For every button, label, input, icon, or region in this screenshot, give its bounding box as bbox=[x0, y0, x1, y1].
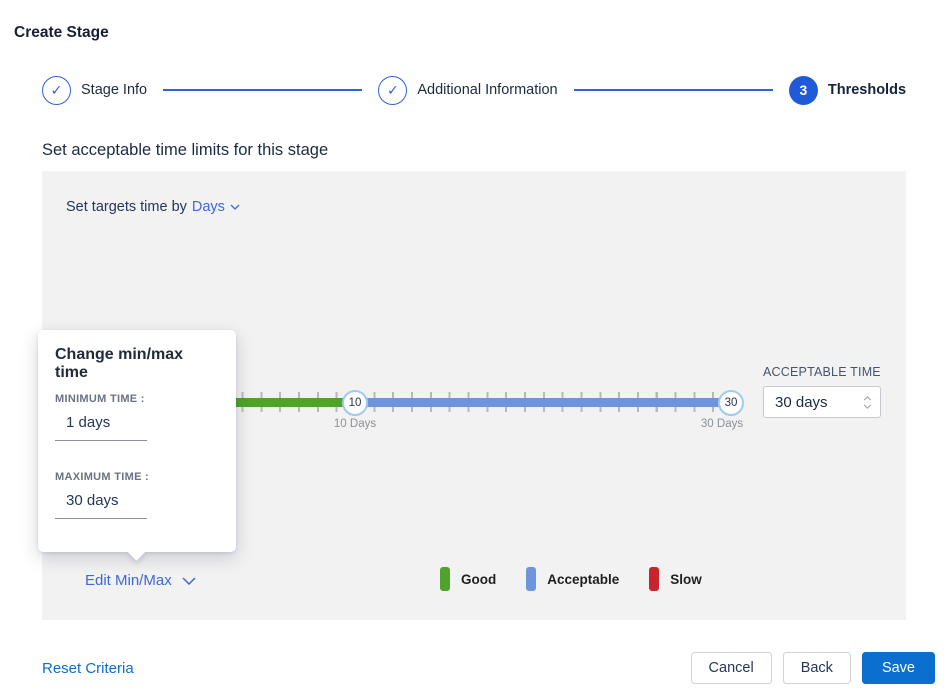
maximum-time-label: MAXIMUM TIME : bbox=[55, 471, 219, 483]
acceptable-time-value: 30 days bbox=[775, 394, 863, 411]
legend-label: Good bbox=[461, 572, 496, 587]
legend-label: Acceptable bbox=[547, 572, 619, 587]
legend-label: Slow bbox=[670, 572, 702, 587]
reset-criteria-link[interactable]: Reset Criteria bbox=[42, 660, 134, 677]
stepper-connector-line bbox=[163, 89, 362, 91]
create-stage-screen: Create Stage ✓ Stage Info ✓ Additional I… bbox=[0, 0, 947, 699]
time-unit-dropdown[interactable]: Days bbox=[192, 199, 240, 215]
spinner-down-icon[interactable] bbox=[863, 404, 872, 409]
slow-swatch bbox=[649, 567, 659, 591]
stepper-step-label: Stage Info bbox=[81, 82, 147, 98]
set-targets-label: Set targets time by bbox=[66, 199, 187, 215]
stepper-connector-line bbox=[574, 89, 773, 91]
slider-max-handle-value: 30 bbox=[725, 397, 738, 409]
spinner-up-icon[interactable] bbox=[863, 396, 872, 401]
step-number-badge: 3 bbox=[789, 76, 818, 105]
check-circle-icon: ✓ bbox=[42, 76, 71, 105]
check-icon: ✓ bbox=[387, 82, 399, 99]
edit-minmax-link[interactable]: Edit Min/Max bbox=[85, 572, 196, 589]
slider-max-handle[interactable]: 30 bbox=[718, 390, 744, 416]
legend-item-slow: Slow bbox=[649, 567, 702, 591]
acceptable-time-group: ACCEPTABLE TIME 30 days bbox=[763, 365, 887, 418]
popover-title: Change min/max time bbox=[55, 346, 219, 382]
legend-item-acceptable: Acceptable bbox=[526, 567, 619, 591]
footer-actions: Cancel Back Save bbox=[691, 652, 935, 684]
stepper: ✓ Stage Info ✓ Additional Information 3 … bbox=[42, 74, 906, 106]
slider-min-day-label: 10 Days bbox=[325, 418, 385, 430]
time-range-slider[interactable]: 10 30 bbox=[185, 389, 732, 415]
cancel-button[interactable]: Cancel bbox=[691, 652, 772, 684]
back-button[interactable]: Back bbox=[783, 652, 851, 684]
stepper-step-label: Additional Information bbox=[417, 82, 557, 98]
step-number: 3 bbox=[799, 82, 807, 98]
slider-max-day-label: 30 Days bbox=[692, 418, 752, 430]
stepper-step-stage-info[interactable]: ✓ Stage Info bbox=[42, 76, 147, 105]
section-heading: Set acceptable time limits for this stag… bbox=[42, 141, 328, 160]
maximum-time-input[interactable]: 30 days bbox=[55, 492, 147, 519]
slider-min-handle[interactable]: 10 bbox=[342, 390, 368, 416]
acceptable-swatch bbox=[526, 567, 536, 591]
stepper-step-thresholds[interactable]: 3 Thresholds bbox=[789, 76, 906, 105]
check-circle-icon: ✓ bbox=[378, 76, 407, 105]
stepper-arrows bbox=[863, 396, 872, 409]
check-icon: ✓ bbox=[51, 82, 63, 99]
slider-legend: Good Acceptable Slow bbox=[440, 567, 732, 591]
acceptable-time-label: ACCEPTABLE TIME bbox=[763, 365, 887, 379]
minimum-time-input[interactable]: 1 days bbox=[55, 414, 147, 441]
chevron-down-icon bbox=[182, 577, 196, 585]
good-swatch bbox=[440, 567, 450, 591]
acceptable-time-input[interactable]: 30 days bbox=[763, 386, 881, 418]
chevron-down-icon bbox=[230, 204, 240, 210]
change-minmax-popover: Change min/max time MINIMUM TIME : 1 day… bbox=[38, 330, 236, 552]
set-targets-row: Set targets time by Days bbox=[66, 199, 240, 215]
stepper-step-label: Thresholds bbox=[828, 82, 906, 98]
stepper-step-additional-information[interactable]: ✓ Additional Information bbox=[378, 76, 557, 105]
legend-item-good: Good bbox=[440, 567, 496, 591]
time-unit-value: Days bbox=[192, 199, 225, 215]
minimum-time-label: MINIMUM TIME : bbox=[55, 393, 219, 405]
edit-minmax-label: Edit Min/Max bbox=[85, 572, 172, 589]
page-title: Create Stage bbox=[14, 24, 109, 42]
slider-min-handle-value: 10 bbox=[349, 397, 362, 409]
save-button[interactable]: Save bbox=[862, 652, 935, 684]
